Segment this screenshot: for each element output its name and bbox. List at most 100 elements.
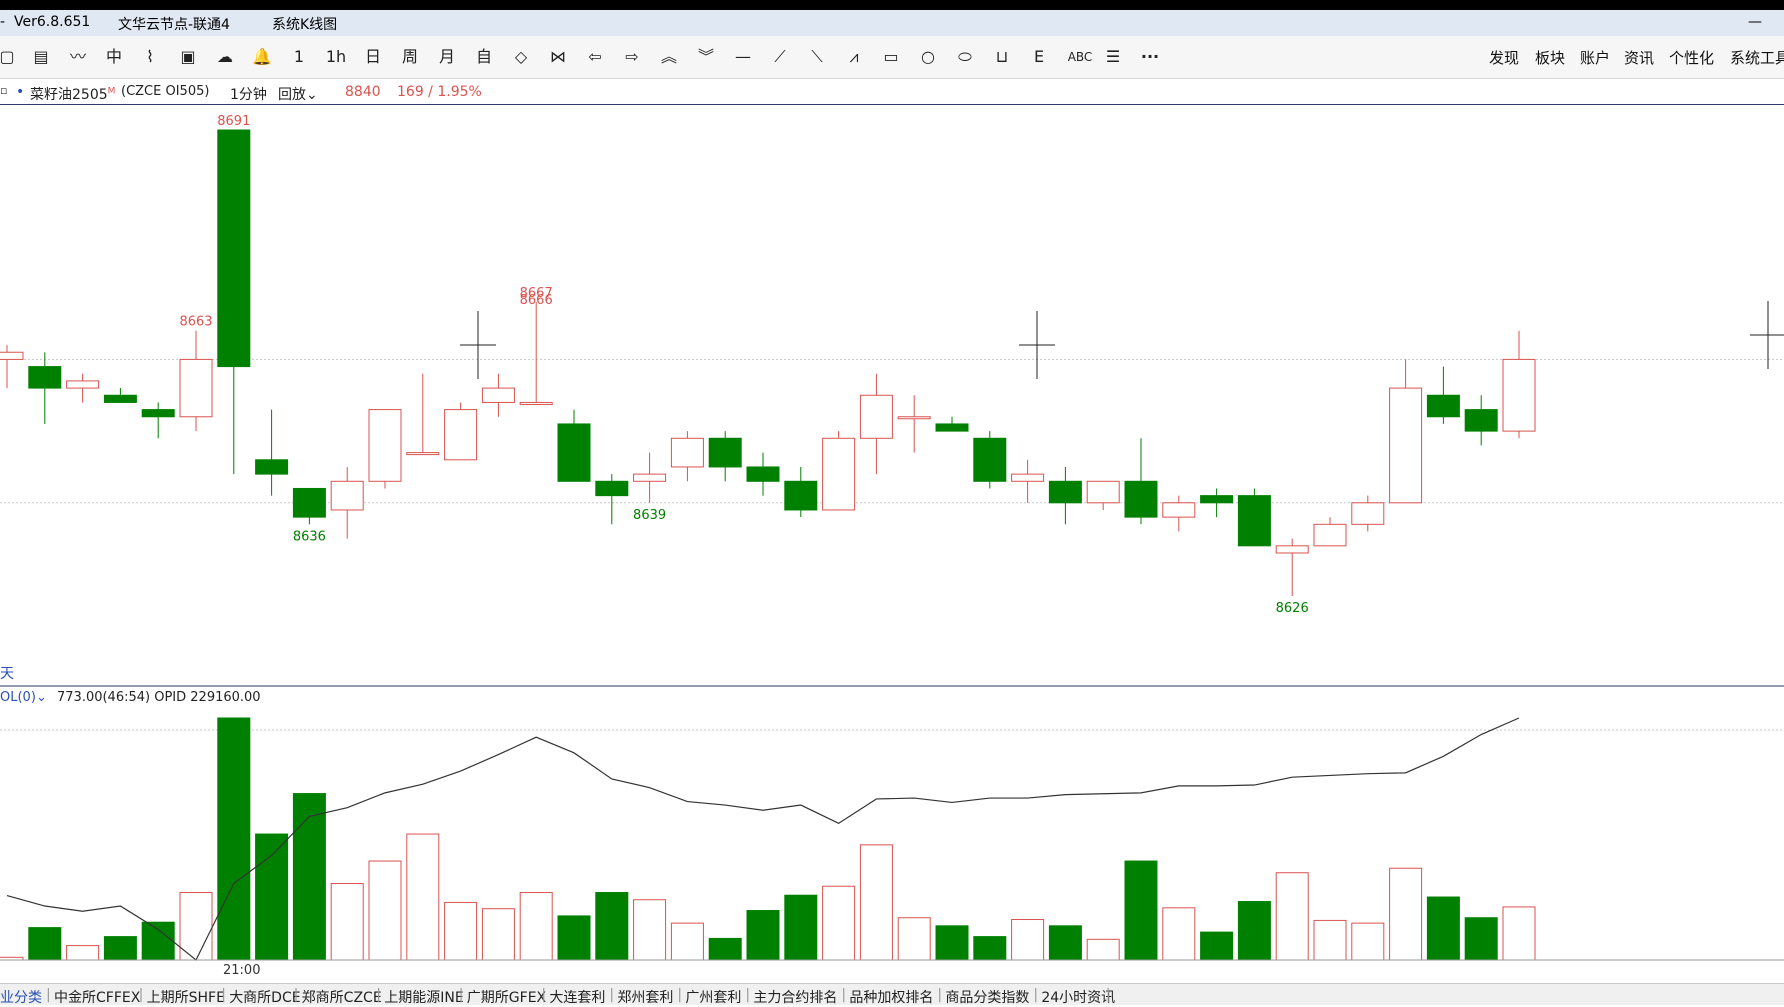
cloud-icon[interactable]: ☁: [212, 46, 238, 68]
volume-bar: [1502, 906, 1536, 961]
hline-icon[interactable]: —: [730, 46, 756, 68]
contract-name[interactable]: 菜籽油2505M: [30, 84, 115, 104]
tab-2[interactable]: 上期所SHFE: [147, 987, 225, 1007]
circle-icon[interactable]: ○: [915, 46, 941, 68]
menu-account[interactable]: 账户: [1580, 47, 1610, 68]
tab-4[interactable]: 郑商所CZCE: [302, 987, 382, 1007]
volume-bar: [859, 844, 893, 961]
replay-dropdown[interactable]: 回放⌄: [278, 84, 318, 104]
candle-body: [935, 423, 969, 432]
candle: [103, 388, 137, 403]
more-icon[interactable]: ···: [1137, 46, 1163, 68]
square-icon: ▫: [0, 84, 8, 97]
volume-bar: [1048, 925, 1082, 961]
ellipse-icon[interactable]: ⬭: [952, 46, 978, 68]
chart-area[interactable]: 8691866786668663863686398626 天 OL(0) ⌄ 7…: [0, 104, 1784, 983]
menu-discover[interactable]: 发现: [1489, 47, 1519, 68]
fib-icon[interactable]: Ε: [1026, 46, 1052, 68]
period-week[interactable]: 周: [397, 46, 423, 68]
tab-7[interactable]: 大连套利: [549, 987, 605, 1007]
tab-separator: |: [937, 987, 943, 1003]
period-1h[interactable]: 1h: [323, 46, 349, 68]
arrow-left-icon[interactable]: ⇦: [582, 46, 608, 68]
volume-bar: [708, 937, 742, 961]
tab-9[interactable]: 广州套利: [685, 987, 741, 1007]
menu-personalize[interactable]: 个性化: [1669, 47, 1714, 68]
left-right-icon[interactable]: ◇: [508, 46, 534, 68]
tab-12[interactable]: 商品分类指数: [945, 987, 1029, 1007]
bell-icon[interactable]: 🔔: [249, 46, 275, 68]
tab-10[interactable]: 主力合约排名: [753, 987, 837, 1007]
candle: [1389, 359, 1423, 504]
indicator-label[interactable]: OL(0): [0, 690, 36, 705]
candle: [595, 474, 629, 525]
zigzag-icon[interactable]: ⩘: [841, 46, 867, 68]
volume-bar: [1275, 872, 1309, 961]
volume-bar: [28, 927, 62, 961]
volume-bar: [255, 833, 289, 961]
candle: [1426, 366, 1460, 424]
candle: [1048, 466, 1082, 525]
volume-bar: [368, 860, 402, 961]
tab-8[interactable]: 郑州套利: [617, 987, 673, 1007]
volume-bar: [179, 892, 213, 961]
tab-5[interactable]: 上期能源INE: [384, 987, 463, 1007]
menu-system-tools[interactable]: 系统工具: [1730, 47, 1784, 68]
tab-separator: |: [1033, 987, 1039, 1003]
side-label: 天: [0, 666, 14, 682]
volume-bar: [822, 885, 856, 961]
candle: [330, 466, 364, 539]
double-up-icon[interactable]: ︽: [656, 46, 682, 68]
candle-body: [141, 409, 175, 418]
tab-1[interactable]: 中金所CFFEX: [54, 987, 140, 1007]
candle-body: [368, 409, 402, 482]
volume-bar: [1124, 860, 1158, 961]
text-icon[interactable]: ABC: [1063, 46, 1097, 68]
period-day[interactable]: 日: [360, 46, 386, 68]
candle: [784, 466, 818, 518]
tick-icon[interactable]: ⌇: [137, 46, 163, 68]
page-icon[interactable]: ▢: [0, 46, 20, 68]
candle-body: [1237, 495, 1271, 547]
period-1m[interactable]: 1: [286, 46, 312, 68]
tab-13[interactable]: 24小时资讯: [1041, 987, 1115, 1007]
volume-bar: [66, 945, 100, 961]
bowtie-icon[interactable]: ⋈: [545, 46, 571, 68]
line-chart-icon[interactable]: 〰: [65, 46, 91, 68]
period-custom[interactable]: 自: [471, 46, 497, 68]
price-change: 169 / 1.95%: [397, 84, 482, 100]
period-month[interactable]: 月: [434, 46, 460, 68]
ray-down-icon[interactable]: ⟍: [804, 46, 830, 68]
price-pane: [0, 129, 1536, 596]
candle-body: [292, 487, 326, 518]
level-icon[interactable]: ☰: [1100, 46, 1126, 68]
list-icon[interactable]: ▤: [28, 46, 54, 68]
report-icon[interactable]: ▣: [175, 46, 201, 68]
menu-sector[interactable]: 板块: [1535, 47, 1565, 68]
candle-body: [973, 437, 1007, 482]
arrow-right-icon[interactable]: ⇨: [619, 46, 645, 68]
server-node: 文华云节点-联通4: [118, 17, 230, 33]
candle: [0, 345, 24, 389]
toolbar: ▢ ▤ 〰 中 ⌇ ▣ ☁ 🔔 1 1h 日 周 月 自 ◇ ⋈ ⇦ ⇨ ︽ ︾…: [0, 36, 1784, 79]
ruler-icon[interactable]: ⊔: [989, 46, 1015, 68]
indicator-chevron-icon[interactable]: ⌄: [36, 690, 47, 705]
ray-up-icon[interactable]: ⟋: [767, 46, 793, 68]
minimize-button[interactable]: —: [1748, 14, 1762, 30]
menu-news[interactable]: 资讯: [1624, 47, 1654, 68]
candle-body: [1162, 502, 1196, 518]
candle-icon[interactable]: 中: [101, 46, 127, 68]
rect-icon[interactable]: ▭: [878, 46, 904, 68]
period-label[interactable]: 1分钟: [230, 84, 267, 104]
tab-0[interactable]: 业分类: [0, 987, 42, 1007]
candle: [28, 352, 62, 424]
candle-body: [595, 480, 629, 497]
price-label-high: 8691: [217, 114, 250, 129]
tab-11[interactable]: 品种加权排名: [849, 987, 933, 1007]
candle: [708, 431, 742, 482]
candle: [1086, 480, 1120, 510]
double-down-icon[interactable]: ︾: [693, 46, 719, 68]
volume-bar: [784, 894, 818, 961]
tab-3[interactable]: 大商所DCE: [229, 987, 300, 1007]
tab-6[interactable]: 广期所GFEX: [467, 987, 546, 1007]
